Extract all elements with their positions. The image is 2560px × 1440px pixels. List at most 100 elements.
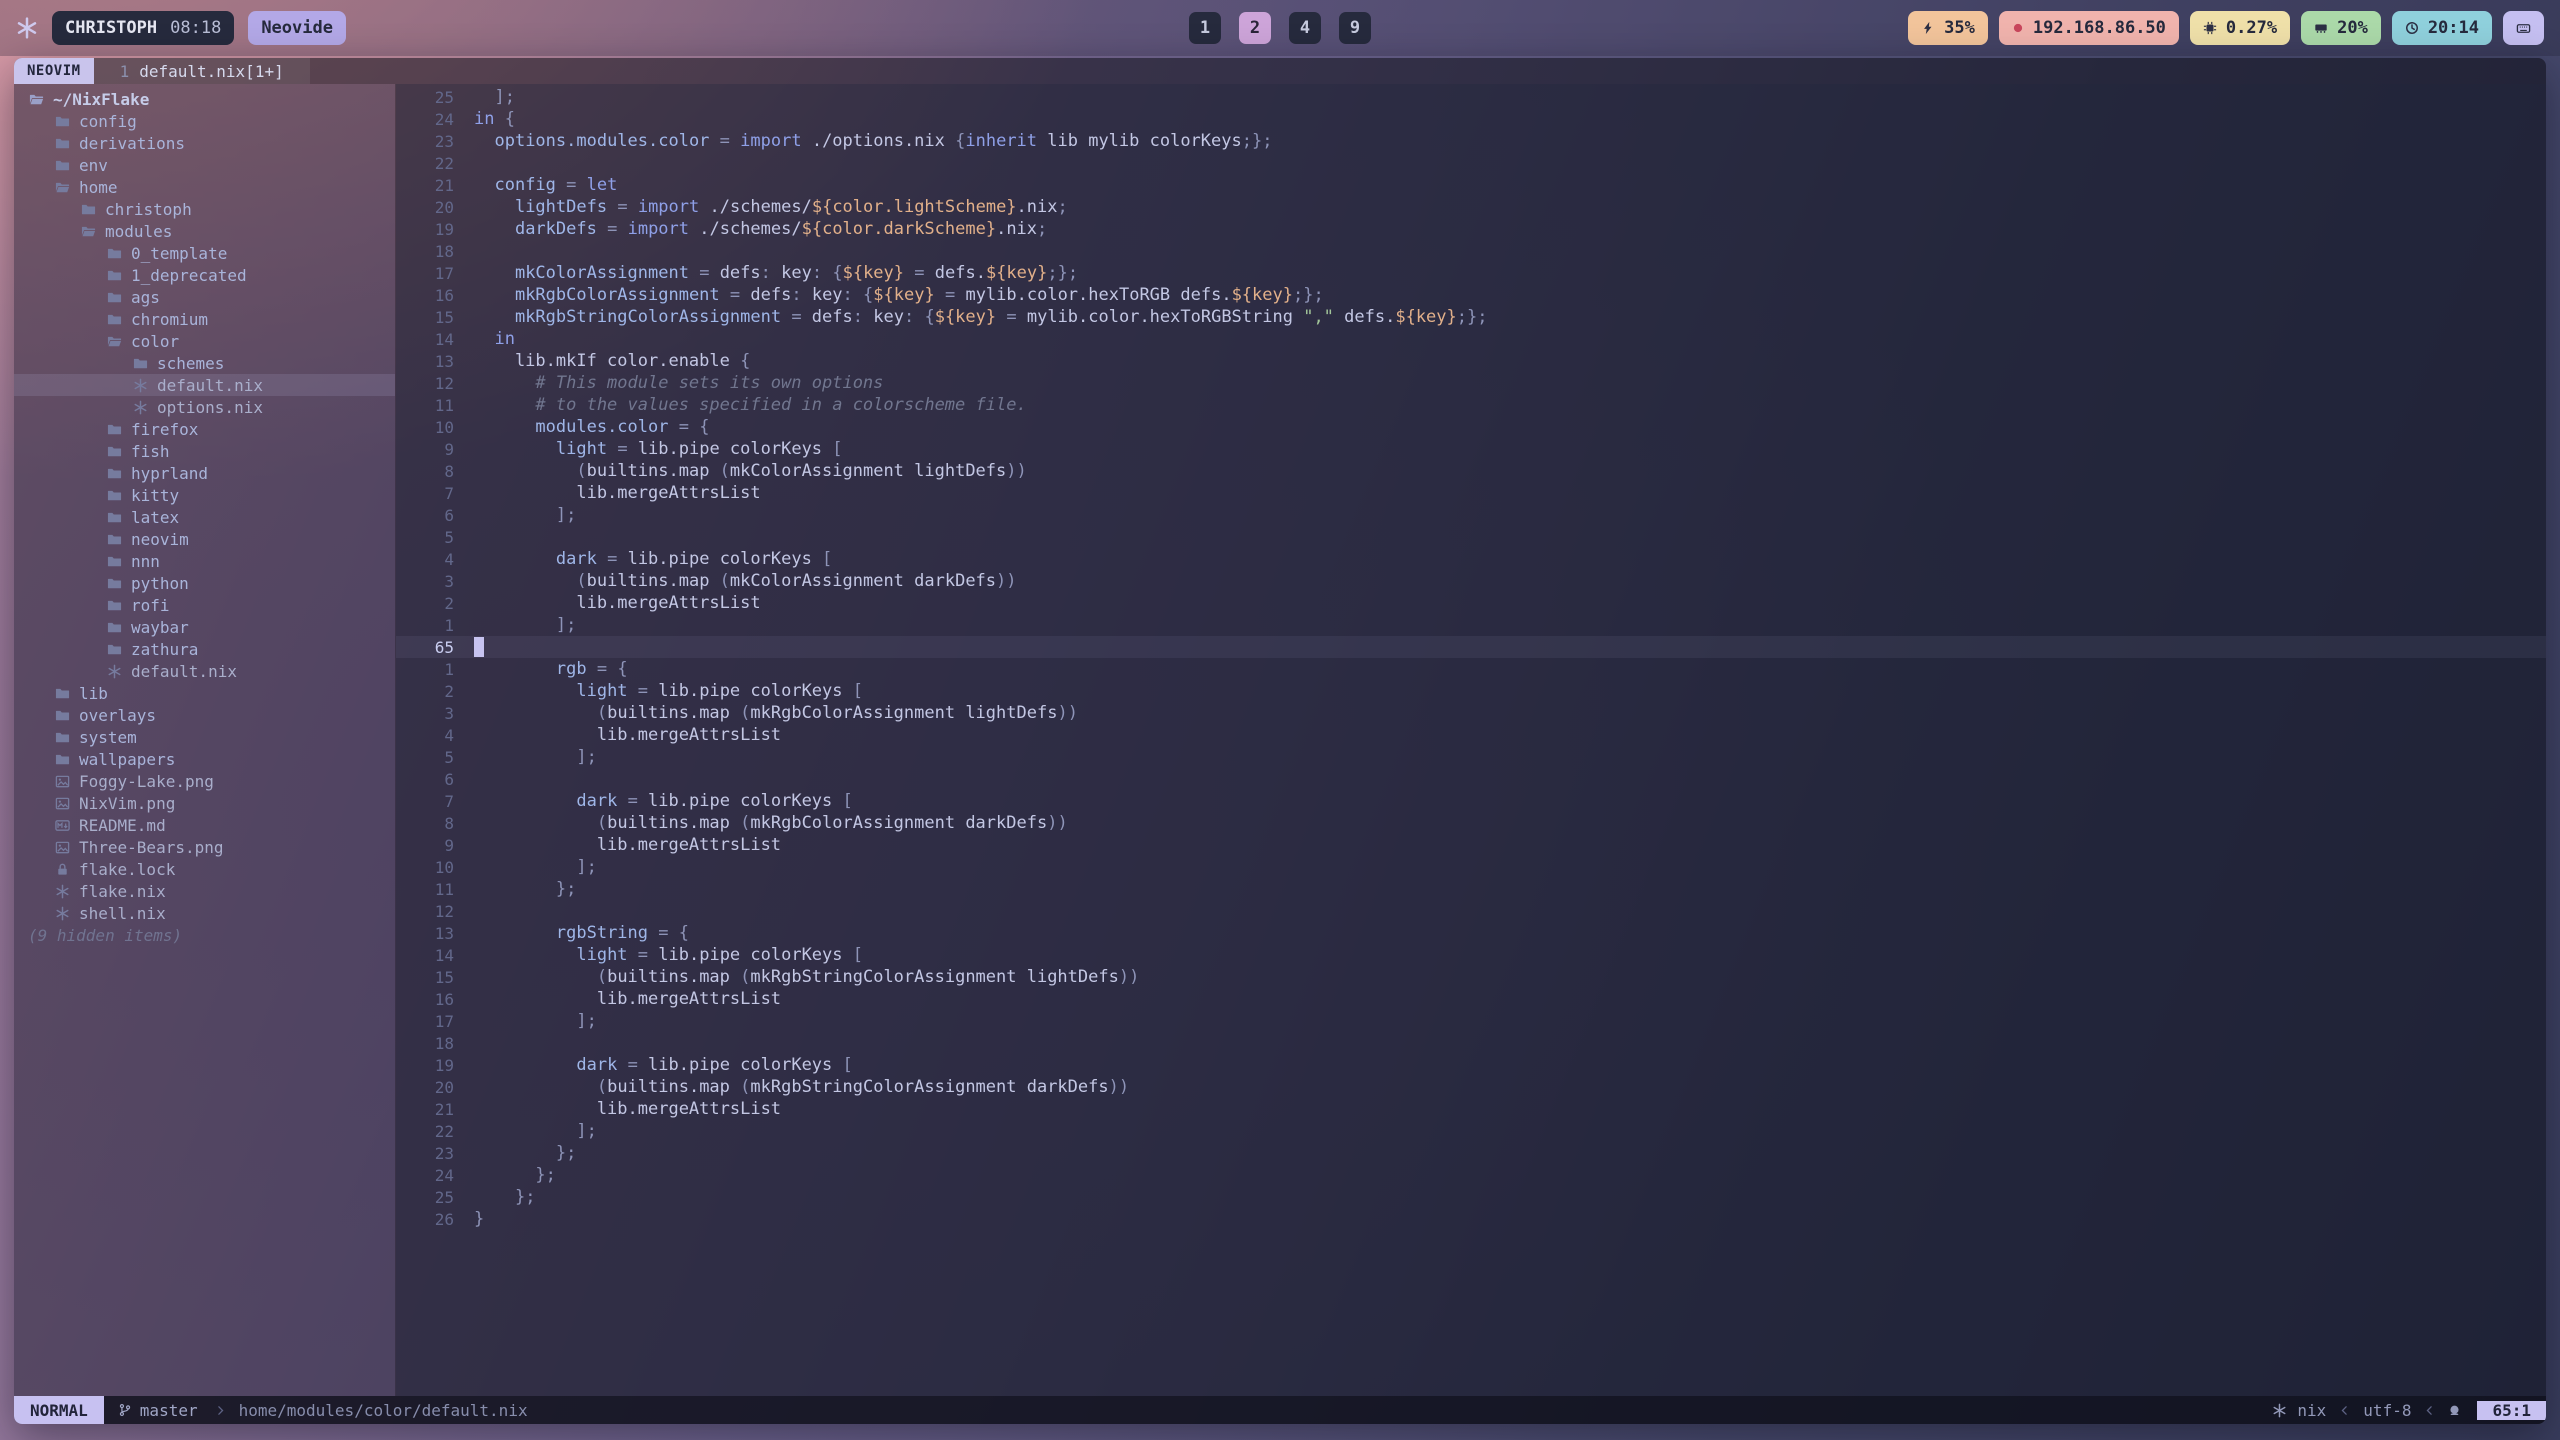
code-line[interactable]: 2 light = lib.pipe colorKeys [ (396, 680, 2546, 702)
code-line[interactable]: 11 }; (396, 878, 2546, 900)
tree-item-schemes[interactable]: schemes (14, 352, 395, 374)
code-line[interactable]: 19 dark = lib.pipe colorKeys [ (396, 1054, 2546, 1076)
code-line[interactable]: 21 lib.mergeAttrsList (396, 1098, 2546, 1120)
tree-item-modules[interactable]: modules (14, 220, 395, 242)
code-line[interactable]: 4 lib.mergeAttrsList (396, 724, 2546, 746)
tree-item-chromium[interactable]: chromium (14, 308, 395, 330)
tree-item-default-nix[interactable]: default.nix (14, 660, 395, 682)
tree-item-flake-lock[interactable]: flake.lock (14, 858, 395, 880)
memory-module[interactable]: 20% (2301, 11, 2381, 45)
code-line[interactable]: 13 lib.mkIf color.enable { (396, 350, 2546, 372)
tree-item-config[interactable]: config (14, 110, 395, 132)
code-line[interactable]: 24in { (396, 108, 2546, 130)
network-module[interactable]: 192.168.86.50 (1999, 11, 2179, 45)
tree-item-christoph[interactable]: christoph (14, 198, 395, 220)
code-line[interactable]: 10 ]; (396, 856, 2546, 878)
tree-item-derivations[interactable]: derivations (14, 132, 395, 154)
code-line[interactable]: 22 ]; (396, 1120, 2546, 1142)
tree-item-hyprland[interactable]: hyprland (14, 462, 395, 484)
code-line[interactable]: 5 ]; (396, 746, 2546, 768)
code-line[interactable]: 18 (396, 240, 2546, 262)
tree-item-home[interactable]: home (14, 176, 395, 198)
code-line[interactable]: 7 lib.mergeAttrsList (396, 482, 2546, 504)
tree-item-latex[interactable]: latex (14, 506, 395, 528)
tree-item-ags[interactable]: ags (14, 286, 395, 308)
code-line[interactable]: 12 # This module sets its own options (396, 372, 2546, 394)
tree-item-color[interactable]: color (14, 330, 395, 352)
tree-item-shell-nix[interactable]: shell.nix (14, 902, 395, 924)
code-line[interactable]: 20 lightDefs = import ./schemes/${color.… (396, 196, 2546, 218)
code-line[interactable]: 25 }; (396, 1186, 2546, 1208)
tree-item-nnn[interactable]: nnn (14, 550, 395, 572)
code-line[interactable]: 14 light = lib.pipe colorKeys [ (396, 944, 2546, 966)
git-branch[interactable]: master (104, 1396, 212, 1424)
tree-item-kitty[interactable]: kitty (14, 484, 395, 506)
code-line[interactable]: 3 (builtins.map (mkRgbColorAssignment li… (396, 702, 2546, 724)
active-app-pill[interactable]: Neovide (248, 11, 346, 45)
code-line[interactable]: 9 light = lib.pipe colorKeys [ (396, 438, 2546, 460)
code-line[interactable]: 7 dark = lib.pipe colorKeys [ (396, 790, 2546, 812)
workspace-9[interactable]: 9 (1339, 12, 1371, 44)
tree-item-readme-md[interactable]: README.md (14, 814, 395, 836)
tree-item-wallpapers[interactable]: wallpapers (14, 748, 395, 770)
code-line[interactable]: 23 options.modules.color = import ./opti… (396, 130, 2546, 152)
code-line[interactable]: 18 (396, 1032, 2546, 1054)
nix-logo-icon[interactable] (16, 17, 38, 39)
tree-item-python[interactable]: python (14, 572, 395, 594)
code-line[interactable]: 11 # to the values specified in a colors… (396, 394, 2546, 416)
code-line[interactable]: 65 (396, 636, 2546, 658)
cpu-module[interactable]: 0.27% (2190, 11, 2290, 45)
code-line[interactable]: 22 (396, 152, 2546, 174)
code-line[interactable]: 6 (396, 768, 2546, 790)
code-line[interactable]: 4 dark = lib.pipe colorKeys [ (396, 548, 2546, 570)
user-clock-pill[interactable]: CHRISTOPH 08:18 (52, 11, 234, 45)
code-line[interactable]: 6 ]; (396, 504, 2546, 526)
tree-item-lib[interactable]: lib (14, 682, 395, 704)
code-line[interactable]: 10 modules.color = { (396, 416, 2546, 438)
tree-item-flake-nix[interactable]: flake.nix (14, 880, 395, 902)
clock-module[interactable]: 20:14 (2392, 11, 2492, 45)
keyboard-layout-module[interactable] (2503, 11, 2544, 45)
tree-item-default-nix[interactable]: default.nix (14, 374, 395, 396)
code-line[interactable]: 8 (builtins.map (mkRgbColorAssignment da… (396, 812, 2546, 834)
code-line[interactable]: 13 rgbString = { (396, 922, 2546, 944)
code-line[interactable]: 9 lib.mergeAttrsList (396, 834, 2546, 856)
code-line[interactable]: 17 ]; (396, 1010, 2546, 1032)
code-line[interactable]: 16 lib.mergeAttrsList (396, 988, 2546, 1010)
code-line[interactable]: 15 (builtins.map (mkRgbStringColorAssign… (396, 966, 2546, 988)
code-line[interactable]: 19 darkDefs = import ./schemes/${color.d… (396, 218, 2546, 240)
tree-item-foggy-lake-png[interactable]: Foggy-Lake.png (14, 770, 395, 792)
tree-item-waybar[interactable]: waybar (14, 616, 395, 638)
code-line[interactable]: 1 ]; (396, 614, 2546, 636)
tree-item-0-template[interactable]: 0_template (14, 242, 395, 264)
tab-default-nix[interactable]: 1 default.nix[1+] (94, 58, 310, 84)
workspace-2[interactable]: 2 (1239, 12, 1271, 44)
tree-item-1-deprecated[interactable]: 1_deprecated (14, 264, 395, 286)
code-line[interactable]: 5 (396, 526, 2546, 548)
code-line[interactable]: 3 (builtins.map (mkColorAssignment darkD… (396, 570, 2546, 592)
code-line[interactable]: 2 lib.mergeAttrsList (396, 592, 2546, 614)
tree-item-env[interactable]: env (14, 154, 395, 176)
tree-item-system[interactable]: system (14, 726, 395, 748)
code-line[interactable]: 8 (builtins.map (mkColorAssignment light… (396, 460, 2546, 482)
code-line[interactable]: 17 mkColorAssignment = defs: key: {${key… (396, 262, 2546, 284)
code-line[interactable]: 15 mkRgbStringColorAssignment = defs: ke… (396, 306, 2546, 328)
code-line[interactable]: 26} (396, 1208, 2546, 1230)
tree-item-rofi[interactable]: rofi (14, 594, 395, 616)
tree-item--nixflake[interactable]: ~/NixFlake (14, 88, 395, 110)
tree-item-overlays[interactable]: overlays (14, 704, 395, 726)
code-line[interactable]: 21 config = let (396, 174, 2546, 196)
workspace-1[interactable]: 1 (1189, 12, 1221, 44)
code-line[interactable]: 14 in (396, 328, 2546, 350)
code-line[interactable]: 24 }; (396, 1164, 2546, 1186)
tree-item-nixvim-png[interactable]: NixVim.png (14, 792, 395, 814)
code-line[interactable]: 20 (builtins.map (mkRgbStringColorAssign… (396, 1076, 2546, 1098)
workspace-4[interactable]: 4 (1289, 12, 1321, 44)
tree-item-zathura[interactable]: zathura (14, 638, 395, 660)
code-line[interactable]: 1 rgb = { (396, 658, 2546, 680)
tree-item-firefox[interactable]: firefox (14, 418, 395, 440)
tree-item-three-bears-png[interactable]: Three-Bears.png (14, 836, 395, 858)
code-line[interactable]: 23 }; (396, 1142, 2546, 1164)
tree-item-options-nix[interactable]: options.nix (14, 396, 395, 418)
tree-item-fish[interactable]: fish (14, 440, 395, 462)
